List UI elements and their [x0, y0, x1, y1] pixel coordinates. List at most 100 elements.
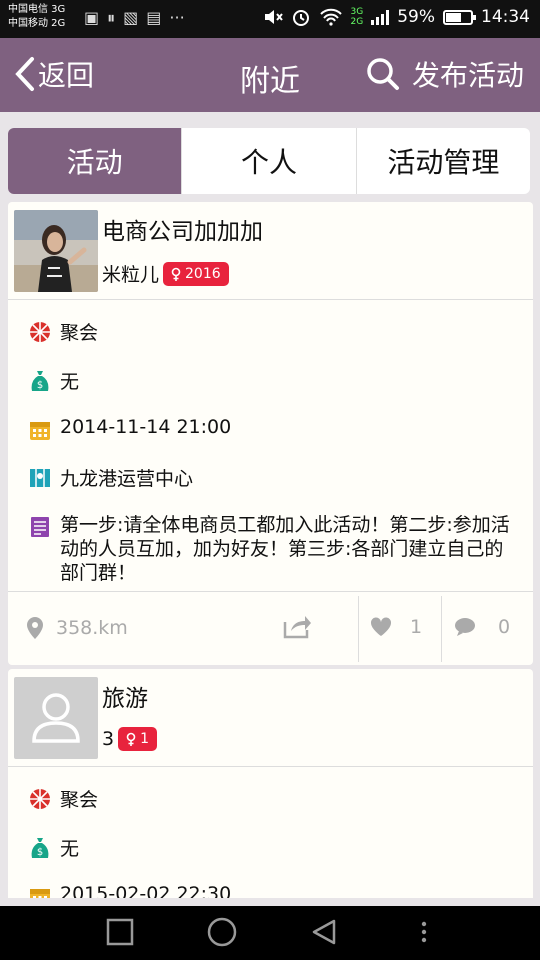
status-bar: 中国电信 3G 中国移动 2G ▣ ⏸ ▧ ▤ ··· 3G 2G 59% 14… [0, 0, 540, 38]
circle-icon [207, 917, 237, 947]
comment-count: 0 [498, 616, 511, 638]
recent-apps-button[interactable] [106, 918, 134, 950]
distance-info: 358.km [26, 616, 128, 640]
clock: 14:34 [481, 7, 530, 27]
like-count: 1 [410, 616, 423, 638]
wifi-icon [319, 8, 342, 26]
battery-icon [443, 9, 476, 25]
search-icon [367, 58, 399, 90]
back-nav-button[interactable] [310, 918, 338, 950]
network-3g: 3G [350, 7, 364, 17]
publish-label: 发布活动 [411, 59, 524, 92]
publish-activity-button[interactable]: 发布活动 [366, 54, 524, 94]
menu-button[interactable] [418, 918, 430, 950]
divider [441, 596, 442, 662]
party-icon [28, 320, 52, 344]
activity-card[interactable]: 旅游 3 1 聚会 $ 无 2015-02-02 22:30 [8, 669, 533, 898]
activity-title: 旅游 [102, 686, 148, 712]
activity-type-row: 聚会 [28, 318, 515, 345]
avatar-placeholder[interactable] [14, 677, 98, 759]
like-button[interactable]: 1 [370, 616, 422, 638]
carrier-2: 中国移动 2G [8, 18, 66, 29]
fee-value: 无 [60, 838, 80, 860]
signal-icon [371, 9, 390, 25]
more-vertical-icon [421, 921, 427, 943]
card-header: 旅游 3 1 [8, 669, 533, 767]
calendar-icon [28, 885, 52, 898]
gender-badge: 1 [118, 727, 158, 751]
pause-icon: ⏸ [107, 8, 116, 27]
author-name: 米粒儿 [102, 264, 160, 286]
home-button[interactable] [206, 916, 238, 952]
activity-type: 聚会 [60, 789, 99, 811]
datetime-row: 2014-11-14 21:00 [28, 416, 515, 442]
activity-feed[interactable]: 电商公司加加加 米粒儿 2016 聚会 $ 无 2014-11-14 21:00 [8, 202, 533, 898]
comment-button[interactable]: 0 [454, 616, 510, 638]
money-bag-icon: $ [28, 369, 52, 393]
badge-value: 1 [140, 731, 150, 747]
document-icon [28, 515, 52, 539]
activity-details: 聚会 $ 无 2015-02-02 22:30 [8, 767, 533, 898]
network-type: 3G 2G [351, 7, 364, 27]
activity-title: 电商公司加加加 [102, 219, 263, 245]
tab-activities[interactable]: 活动 [8, 128, 182, 194]
share-button[interactable] [282, 612, 312, 644]
divider [358, 596, 359, 662]
badge-value: 2016 [185, 265, 221, 282]
status-right: 3G 2G 59% 14:34 [263, 7, 530, 27]
author-row: 米粒儿 2016 [102, 260, 229, 287]
fee-row: $ 无 [28, 367, 515, 394]
alarm-icon [292, 10, 309, 26]
money-bag-icon: $ [28, 836, 52, 860]
carrier-1: 中国电信 3G [8, 4, 66, 15]
fee-row: $ 无 [28, 834, 515, 861]
triangle-back-icon [312, 919, 336, 945]
map-icon [28, 466, 52, 490]
party-icon [28, 787, 52, 811]
activity-type-row: 聚会 [28, 785, 515, 812]
comment-icon [455, 618, 475, 636]
location-pin-icon [27, 617, 43, 639]
tab-activity-management[interactable]: 活动管理 [355, 128, 530, 194]
distance-value: 358.km [56, 617, 128, 639]
svg-text:$: $ [37, 847, 43, 858]
author-row: 3 1 [102, 727, 158, 751]
activity-card[interactable]: 电商公司加加加 米粒儿 2016 聚会 $ 无 2014-11-14 21:00 [8, 202, 533, 665]
more-icon: ··· [169, 8, 185, 27]
calendar-icon [28, 418, 52, 442]
battery-fill [446, 12, 462, 22]
heart-icon [370, 617, 392, 636]
card-actions: 358.km 1 0 [8, 591, 533, 665]
activity-description: 第一步:请全体电商员工都加入此活动！第二步:参加活动的人员互加，加为好友！第三步… [60, 514, 510, 584]
carrier-info: 中国电信 3G 中国移动 2G [8, 3, 65, 31]
fee-value: 无 [60, 371, 80, 393]
activity-details: 聚会 $ 无 2014-11-14 21:00 九龙港运营中心 第一步:请全体电… [8, 300, 533, 591]
female-icon [171, 267, 181, 281]
mute-icon [264, 10, 283, 24]
female-icon [126, 732, 136, 746]
battery-percent: 59% [397, 7, 435, 27]
svg-text:$: $ [37, 380, 43, 391]
datetime-row: 2015-02-02 22:30 [28, 883, 515, 898]
app-header: 返回 附近 发布活动 [0, 38, 540, 112]
clipboard-icon: ▤ [146, 8, 162, 27]
system-nav-bar [0, 906, 540, 960]
activity-type: 聚会 [60, 322, 99, 344]
description-row: 第一步:请全体电商员工都加入此活动！第二步:参加活动的人员互加，加为好友！第三步… [28, 513, 515, 585]
avatar[interactable] [14, 210, 98, 292]
tab-personal[interactable]: 个人 [181, 128, 355, 194]
author-name: 3 [102, 728, 115, 750]
image-icon: ▧ [123, 8, 139, 27]
card-header: 电商公司加加加 米粒儿 2016 [8, 202, 533, 300]
notification-icons: ▣ ⏸ ▧ ▤ ··· [84, 8, 185, 28]
network-2g: 2G [350, 17, 364, 27]
gender-badge: 2016 [163, 261, 229, 286]
location-row: 九龙港运营中心 [28, 464, 515, 491]
square-icon [106, 918, 134, 946]
activity-location: 九龙港运营中心 [60, 468, 194, 490]
tab-bar: 活动 个人 活动管理 [8, 128, 530, 194]
activity-datetime: 2014-11-14 21:00 [60, 416, 232, 438]
activity-datetime: 2015-02-02 22:30 [60, 883, 232, 898]
sim-icon: ▣ [84, 8, 100, 27]
share-icon [283, 616, 311, 639]
